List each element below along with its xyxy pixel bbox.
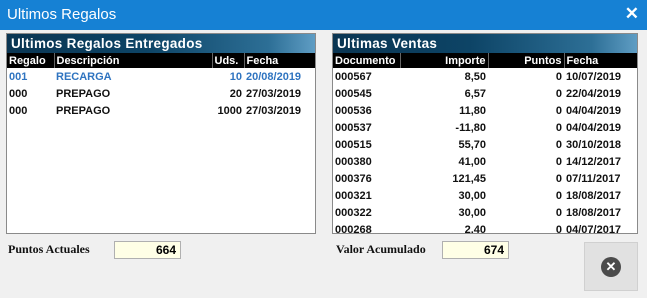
column-header-fecha[interactable]: Fecha [564,53,637,68]
cell-fecha: 30/10/2018 [566,138,622,151]
regalos-table-header: Regalo Descripción Uds. Fecha [7,53,315,68]
table-row[interactable]: 000536 11,80 0 04/04/2019 [333,102,637,119]
cell-descripcion: PREPAGO [56,87,111,100]
table-row[interactable]: 000515 55,70 0 30/10/2018 [333,136,637,153]
cell-puntos: 0 [555,104,562,117]
cell-importe: -11,80 [455,121,486,134]
cell-puntos: 0 [555,172,562,185]
valor-acumulado-field: 674 [442,241,509,259]
cell-importe: 30,00 [458,189,486,202]
cell-fecha: 04/07/2017 [566,223,622,234]
cell-documento: 000567 [335,70,372,83]
ventas-table-header: Documento Importe Puntos Fecha [333,53,637,68]
ventas-table: Documento Importe Puntos Fecha 000567 8,… [333,53,637,234]
cell-fecha: 04/04/2019 [566,104,622,117]
cell-documento: 000536 [335,104,372,117]
table-row[interactable]: 000376 121,45 0 07/11/2017 [333,170,637,187]
cell-fecha: 27/03/2019 [246,104,302,117]
cell-documento: 000515 [335,138,372,151]
ventas-panel-header: Ultimas Ventas [333,34,637,53]
cell-puntos: 0 [555,206,562,219]
table-row[interactable]: 000537 -11,80 0 04/04/2019 [333,119,637,136]
cell-regalo: 001 [9,70,28,83]
cell-documento: 000376 [335,172,372,185]
cell-fecha: 18/08/2017 [566,206,622,219]
window-titlebar: Ultimos Regalos ✕ [0,0,647,30]
cell-puntos: 0 [555,189,562,202]
cell-importe: 121,45 [452,172,486,185]
cell-documento: 000321 [335,189,372,202]
cell-documento: 000268 [335,223,372,234]
ventas-panel: Ultimas Ventas Documento Importe Puntos … [332,33,638,234]
cell-puntos: 0 [555,155,562,168]
cell-puntos: 0 [555,223,562,234]
cell-fecha: 10/07/2019 [566,70,622,83]
regalos-panel: Ultimos Regalos Entregados Regalo Descri… [6,33,316,234]
column-header-descripcion[interactable]: Descripción [54,53,213,68]
cell-puntos: 0 [555,70,562,83]
puntos-actuales-field: 664 [114,241,181,259]
cell-importe: 41,00 [458,155,486,168]
cell-importe: 30,00 [458,206,486,219]
table-row[interactable]: 000567 8,50 0 10/07/2019 [333,68,637,85]
cell-documento: 000537 [335,121,372,134]
cell-puntos: 0 [555,121,562,134]
cell-puntos: 0 [555,138,562,151]
cell-uds: 20 [229,87,242,100]
regalos-panel-header: Ultimos Regalos Entregados [7,34,315,53]
column-header-documento[interactable]: Documento [333,53,401,68]
column-header-importe[interactable]: Importe [400,53,489,68]
table-row[interactable]: 000 PREPAGO 1000 27/03/2019 [7,102,315,119]
table-row[interactable]: 000322 30,00 0 18/08/2017 [333,204,637,221]
column-header-regalo[interactable]: Regalo [7,53,55,68]
table-row[interactable]: 000268 2,40 0 04/07/2017 [333,221,637,234]
cell-fecha: 18/08/2017 [566,189,622,202]
cell-fecha: 04/04/2019 [566,121,622,134]
regalos-table: Regalo Descripción Uds. Fecha 001 RECARG… [7,53,315,119]
cell-uds: 1000 [217,104,242,117]
cell-importe: 11,80 [459,104,486,117]
cell-regalo: 000 [9,87,28,100]
column-header-fecha[interactable]: Fecha [244,53,315,68]
cell-fecha: 07/11/2017 [566,172,621,185]
window-title: Ultimos Regalos [7,6,117,23]
cell-uds: 10 [229,70,242,83]
cell-importe: 6,57 [464,87,486,100]
valor-acumulado-label: Valor Acumulado [336,242,426,256]
cell-importe: 8,50 [464,70,486,83]
cell-importe: 2,40 [464,223,486,234]
table-row[interactable]: 000545 6,57 0 22/04/2019 [333,85,637,102]
cell-fecha: 27/03/2019 [246,87,302,100]
cell-descripcion: PREPAGO [56,104,111,117]
cell-descripcion: RECARGA [56,70,112,83]
cell-documento: 000545 [335,87,372,100]
cell-documento: 000322 [335,206,372,219]
table-row[interactable]: 000 PREPAGO 20 27/03/2019 [7,85,315,102]
close-button[interactable]: ✕ [584,242,638,291]
cell-puntos: 0 [555,87,562,100]
cell-fecha: 20/08/2019 [246,70,302,83]
table-row[interactable]: 000380 41,00 0 14/12/2017 [333,153,637,170]
window-close-icon[interactable]: ✕ [625,4,639,24]
column-header-uds[interactable]: Uds. [212,53,245,68]
table-row[interactable]: 000321 30,00 0 18/08/2017 [333,187,637,204]
cell-regalo: 000 [9,104,28,117]
column-header-puntos[interactable]: Puntos [488,53,565,68]
close-circle-icon: ✕ [601,257,621,277]
cell-documento: 000380 [335,155,372,168]
cell-fecha: 14/12/2017 [566,155,622,168]
cell-fecha: 22/04/2019 [566,87,622,100]
puntos-actuales-label: Puntos Actuales [8,242,90,256]
table-row[interactable]: 001 RECARGA 10 20/08/2019 [7,68,315,85]
cell-importe: 55,70 [458,138,486,151]
